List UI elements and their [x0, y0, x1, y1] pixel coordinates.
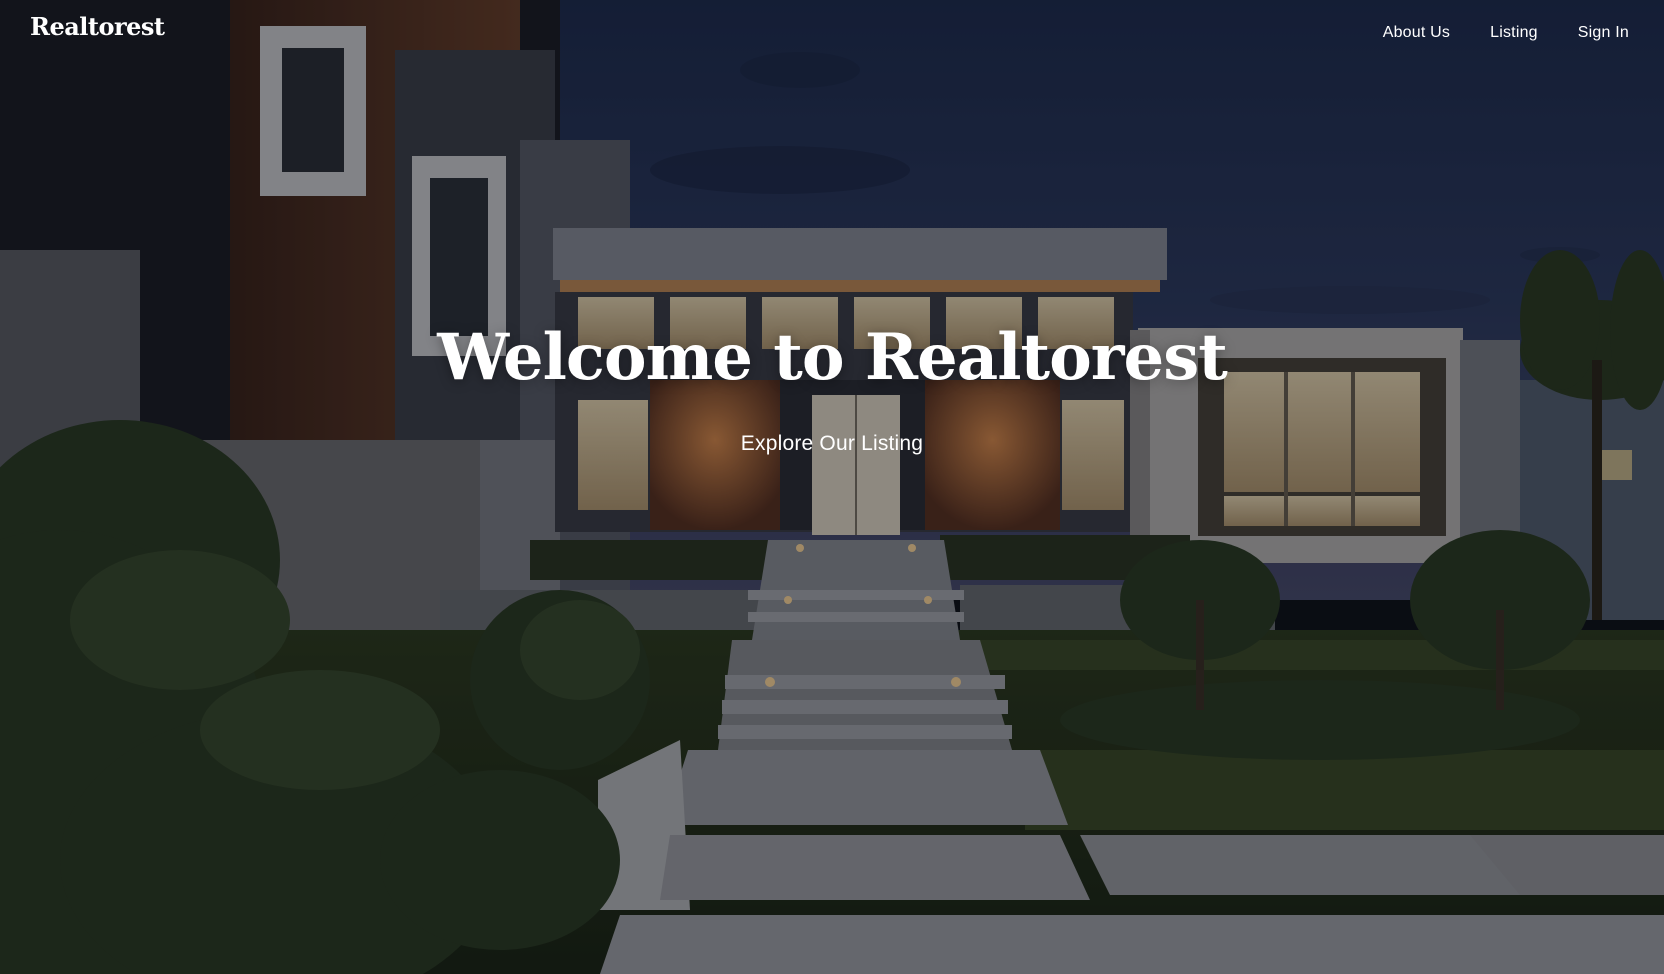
- nav-menu: About Us Listing Sign In: [1383, 24, 1629, 42]
- nav-listing-link[interactable]: Listing: [1490, 24, 1538, 42]
- brand-logo[interactable]: Realtorest: [30, 12, 165, 41]
- hero-background-image: [0, 0, 1664, 974]
- top-navbar: Realtorest About Us Listing Sign In: [0, 0, 1664, 70]
- nav-sign-in-link[interactable]: Sign In: [1578, 24, 1629, 42]
- explore-listing-link[interactable]: Explore Our Listing: [741, 432, 923, 455]
- nav-about-us-link[interactable]: About Us: [1383, 24, 1450, 42]
- hero-cta-container: Explore Our Listing: [0, 432, 1664, 456]
- hero-title: Welcome to Realtorest: [437, 320, 1228, 395]
